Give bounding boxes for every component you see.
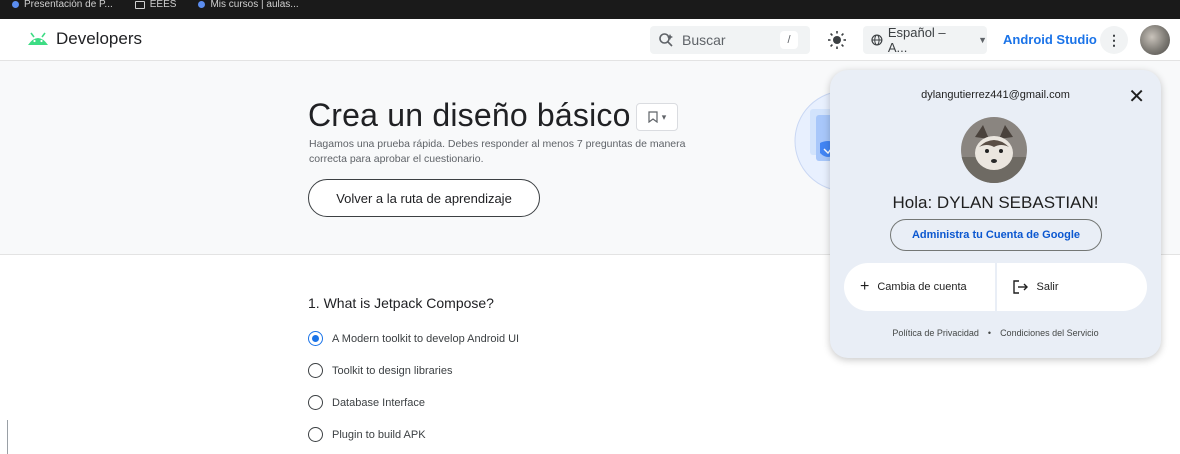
bookmark-icon — [648, 111, 658, 123]
account-avatar[interactable] — [1140, 25, 1170, 55]
radio-unselected[interactable] — [308, 395, 323, 410]
answer-option[interactable]: Toolkit to design libraries — [308, 363, 452, 378]
account-email: dylangutierrez441@gmail.com — [921, 89, 1070, 101]
logout-icon — [1012, 280, 1028, 294]
globe-icon — [871, 34, 883, 46]
site-header: Developers Buscar / Español – A... ▼ And… — [0, 19, 1180, 61]
account-popup: dylangutierrez441@gmail.com ✕ Hola: DYLA… — [830, 70, 1161, 358]
folder-icon — [134, 0, 145, 9]
page-description: Hagamos una prueba rápida. Debes respond… — [309, 138, 686, 165]
account-actions: + Cambia de cuenta Salir — [844, 263, 1147, 311]
back-to-path-button[interactable]: Volver a la ruta de aprendizaje — [308, 179, 540, 217]
developers-logo[interactable]: Developers — [26, 29, 142, 49]
bookmark-label: Mis cursos | aulas... — [210, 0, 299, 10]
switch-account-button[interactable]: + Cambia de cuenta — [844, 263, 995, 311]
language-label: Español – A... — [887, 25, 946, 55]
answer-label: Database Interface — [332, 396, 425, 409]
close-icon[interactable]: ✕ — [1128, 84, 1145, 109]
plus-icon: + — [860, 278, 870, 295]
bookmarks-bar: Presentación de P... EEES Mis cursos | a… — [0, 0, 1180, 19]
popup-footer: Política de Privacidad • Condiciones del… — [830, 328, 1161, 338]
sign-out-button[interactable]: Salir — [996, 263, 1147, 311]
answer-option[interactable]: Database Interface — [308, 395, 425, 410]
bookmark-button[interactable]: ▾ — [636, 103, 678, 131]
answer-label: Toolkit to design libraries — [332, 364, 453, 377]
sign-out-label: Salir — [1036, 281, 1059, 293]
terms-link[interactable]: Condiciones del Servicio — [1000, 328, 1099, 338]
answer-option[interactable]: A Modern toolkit to develop Android UI — [308, 331, 519, 346]
android-studio-link[interactable]: Android Studio — [1003, 32, 1097, 47]
chevron-down-icon: ▾ — [661, 111, 667, 122]
chevron-down-icon: ▼ — [978, 35, 987, 45]
radio-unselected[interactable] — [308, 427, 323, 442]
page-title: Crea un diseño básico — [308, 97, 631, 133]
radio-unselected[interactable] — [308, 363, 323, 378]
divider — [7, 420, 8, 454]
manage-account-button[interactable]: Administra tu Cuenta de Google — [890, 219, 1102, 251]
bookmark-item[interactable]: Mis cursos | aulas... — [198, 0, 299, 10]
question-title: 1. What is Jetpack Compose? — [308, 295, 494, 311]
search-shortcut: / — [780, 31, 798, 49]
search-placeholder: Buscar — [682, 32, 726, 48]
more-vert-icon: ⋮ — [1107, 31, 1121, 48]
privacy-link[interactable]: Política de Privacidad — [892, 328, 979, 338]
bookmark-item[interactable]: Presentación de P... — [12, 0, 113, 10]
more-options-button[interactable]: ⋮ — [1100, 26, 1128, 54]
greeting: Hola: DYLAN SEBASTIAN! — [892, 193, 1099, 212]
radio-selected[interactable] — [308, 331, 323, 346]
bookmark-label: EEES — [149, 0, 177, 10]
bookmark-folder[interactable]: EEES — [134, 0, 177, 10]
switch-account-label: Cambia de cuenta — [877, 281, 967, 293]
theme-toggle[interactable] — [825, 28, 849, 52]
search-box[interactable]: Buscar / — [650, 26, 810, 54]
answer-label: Plugin to build APK — [332, 428, 426, 441]
separator: • — [987, 328, 992, 338]
answer-option[interactable]: Plugin to build APK — [308, 427, 426, 442]
bookmark-label: Presentación de P... — [24, 0, 113, 10]
answer-label: A Modern toolkit to develop Android UI — [332, 332, 520, 345]
profile-avatar[interactable] — [961, 117, 1027, 183]
language-selector[interactable]: Español – A... ▼ — [863, 25, 987, 55]
bookmark-favicon-icon — [198, 1, 206, 8]
sun-icon — [828, 31, 846, 49]
android-icon — [28, 32, 48, 45]
bookmark-favicon-icon — [12, 1, 19, 8]
logo-text: Developers — [56, 29, 142, 48]
profile-photo-icon — [961, 117, 1027, 183]
search-icon — [659, 33, 673, 47]
